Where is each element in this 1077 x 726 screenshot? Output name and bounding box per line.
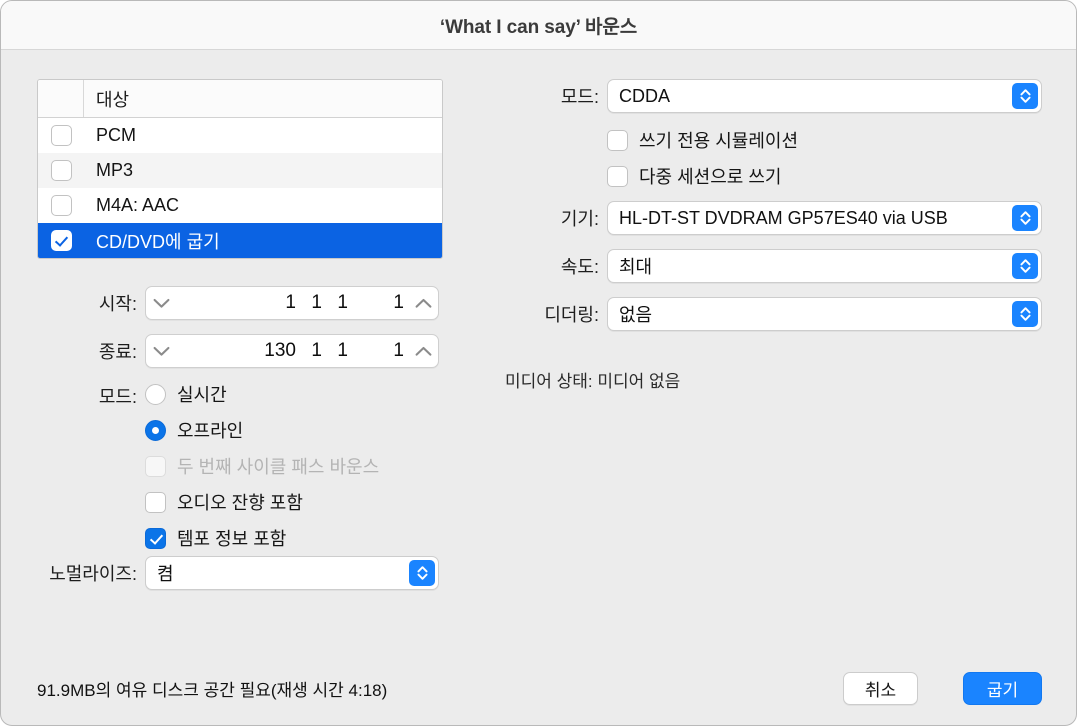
checkbox-option-write-simulation[interactable]: 쓰기 전용 시뮬레이션: [607, 127, 798, 153]
burn-mode-popup-button[interactable]: CDDA: [607, 79, 1042, 113]
checkbox-option-multi-session[interactable]: 다중 세션으로 쓰기: [607, 163, 781, 189]
chevron-down-icon[interactable]: [146, 346, 176, 357]
dithering-label: 디더링:: [544, 305, 599, 325]
radio-offline[interactable]: [145, 419, 166, 441]
start-tick: 1: [393, 292, 404, 313]
checkbox-include-audio-tail[interactable]: [145, 491, 166, 513]
row-checkbox-cell[interactable]: [38, 160, 84, 181]
end-tick: 1: [393, 340, 404, 361]
normalize-row: 노멀라이즈: 켬: [37, 556, 441, 590]
burn-mode-row: 모드: CDDA: [501, 79, 1046, 113]
checkbox-write-simulation[interactable]: [607, 129, 628, 151]
media-status-text: 미디어 상태: 미디어 없음: [505, 372, 681, 391]
end-bar: 130: [264, 340, 296, 361]
dithering-value: 없음: [619, 305, 653, 325]
destination-table: 대상 PCM MP3 M4A: AAC CD/DVD에 굽기: [37, 79, 443, 259]
checkbox-option-include-audio-tail[interactable]: 오디오 잔향 포함: [145, 489, 303, 515]
end-position-value[interactable]: 130 1 1 1: [176, 340, 408, 362]
chevron-updown-icon[interactable]: [1012, 83, 1038, 109]
device-value: HL-DT-ST DVDRAM GP57ES40 via USB: [619, 207, 948, 228]
burn-mode-value: CDDA: [619, 85, 671, 106]
checkbox-label: 오디오 잔향 포함: [177, 493, 303, 513]
radio-option-offline[interactable]: 오프라인: [145, 417, 243, 443]
table-header-checkbox-column: [38, 80, 84, 117]
table-header-destination: 대상: [96, 89, 130, 110]
normalize-popup-button[interactable]: 켬: [145, 556, 439, 590]
left-column: 대상 PCM MP3 M4A: AAC CD/DVD에 굽기 시작: 1 1 1…: [1, 49, 471, 649]
radio-option-realtime[interactable]: 실시간: [145, 381, 227, 407]
checkbox-label: 쓰기 전용 시뮬레이션: [639, 131, 799, 151]
row-checkbox-cell[interactable]: [38, 230, 84, 251]
table-row[interactable]: MP3: [38, 153, 442, 188]
disk-space-note: 91.9MB의 여유 디스크 공간 필요(재생 시간 4:18): [37, 681, 388, 700]
normalize-label: 노멀라이즈:: [49, 564, 137, 584]
radio-realtime[interactable]: [145, 383, 166, 405]
table-row[interactable]: PCM: [38, 118, 442, 153]
bounce-dialog-window: ‘What I can say’ 바운스 대상 PCM MP3 M4A: AAC…: [0, 0, 1077, 726]
row-label: CD/DVD에 굽기: [96, 231, 220, 252]
device-row: 기기: HL-DT-ST DVDRAM GP57ES40 via USB: [501, 201, 1046, 235]
start-position-value[interactable]: 1 1 1 1: [176, 292, 408, 314]
device-label: 기기:: [560, 209, 599, 229]
checkbox-option-second-cycle-pass: 두 번째 사이클 패스 바운스: [145, 453, 379, 479]
start-beat: 1: [311, 292, 322, 313]
start-position-row: 시작: 1 1 1 1: [37, 286, 441, 320]
dithering-popup-button[interactable]: 없음: [607, 297, 1042, 331]
checkbox-label: 두 번째 사이클 패스 바운스: [177, 457, 380, 477]
end-beat: 1: [311, 340, 322, 361]
chevron-updown-icon[interactable]: [409, 560, 435, 586]
table-header-row: 대상: [38, 80, 442, 118]
speed-label: 속도:: [560, 257, 599, 277]
burn-button[interactable]: 굽기: [963, 672, 1042, 705]
chevron-updown-icon[interactable]: [1012, 253, 1038, 279]
speed-row: 속도: 최대: [501, 249, 1046, 283]
device-popup-button[interactable]: HL-DT-ST DVDRAM GP57ES40 via USB: [607, 201, 1042, 235]
checkbox-burn-to-cd-dvd[interactable]: [50, 230, 72, 251]
speed-value: 최대: [619, 257, 653, 277]
checkbox-include-tempo-info[interactable]: [145, 527, 166, 549]
row-label: PCM: [96, 125, 136, 145]
table-row-selected[interactable]: CD/DVD에 굽기: [38, 223, 442, 258]
end-label: 종료:: [98, 342, 137, 362]
end-position-row: 종료: 130 1 1 1: [37, 334, 441, 368]
radio-label: 실시간: [177, 385, 227, 405]
dialog-content: 대상 PCM MP3 M4A: AAC CD/DVD에 굽기 시작: 1 1 1…: [1, 49, 1076, 725]
checkbox-m4a-aac[interactable]: [50, 195, 72, 216]
mode-label: 모드:: [98, 387, 137, 407]
radio-label: 오프라인: [177, 421, 244, 441]
burn-mode-label: 모드:: [560, 87, 599, 107]
chevron-updown-icon[interactable]: [1012, 205, 1038, 231]
start-bar: 1: [285, 292, 296, 313]
start-division: 1: [337, 292, 348, 313]
end-division: 1: [337, 340, 348, 361]
cancel-button[interactable]: 취소: [843, 672, 918, 705]
checkbox-multi-session[interactable]: [607, 165, 628, 187]
chevron-updown-icon[interactable]: [1012, 301, 1038, 327]
chevron-up-icon[interactable]: [408, 346, 438, 357]
end-position-stepper[interactable]: 130 1 1 1: [145, 334, 439, 368]
row-checkbox-cell[interactable]: [38, 125, 84, 146]
row-checkbox-cell[interactable]: [38, 195, 84, 216]
start-position-stepper[interactable]: 1 1 1 1: [145, 286, 439, 320]
checkbox-pcm[interactable]: [50, 125, 72, 146]
normalize-value: 켬: [157, 564, 174, 584]
checkbox-mp3[interactable]: [50, 160, 72, 181]
chevron-up-icon[interactable]: [408, 298, 438, 309]
row-label: MP3: [96, 160, 134, 180]
speed-popup-button[interactable]: 최대: [607, 249, 1042, 283]
window-title: ‘What I can say’ 바운스: [439, 16, 638, 38]
dithering-row: 디더링: 없음: [501, 297, 1046, 331]
row-label: M4A: AAC: [96, 195, 180, 215]
chevron-down-icon[interactable]: [146, 298, 176, 309]
checkbox-second-cycle-pass: [145, 455, 166, 477]
title-bar: ‘What I can say’ 바운스: [1, 1, 1076, 50]
checkbox-label: 템포 정보 포함: [177, 529, 287, 549]
checkbox-option-include-tempo-info[interactable]: 템포 정보 포함: [145, 525, 286, 551]
table-row[interactable]: M4A: AAC: [38, 188, 442, 223]
checkbox-label: 다중 세션으로 쓰기: [639, 167, 782, 187]
start-label: 시작:: [98, 294, 137, 314]
